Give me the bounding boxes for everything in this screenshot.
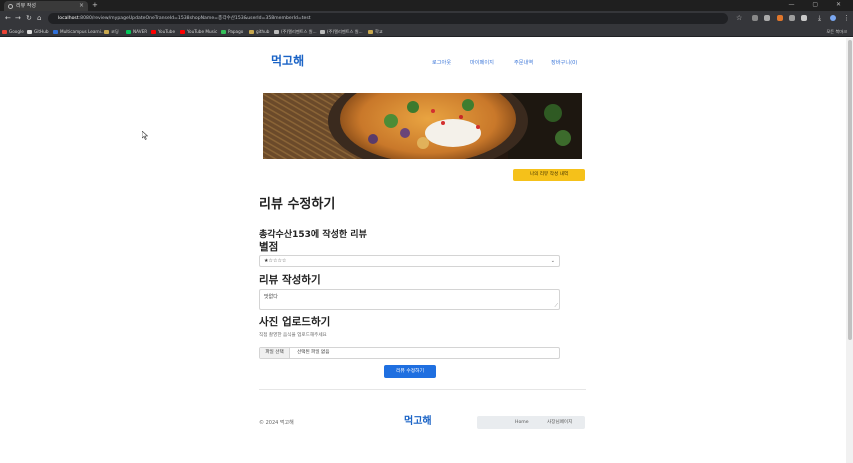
nav-cart[interactable]: 장바구니(0) [551,59,577,66]
bookmark-item[interactable]: Multicampus Learni... [53,27,105,36]
forward-icon[interactable]: → [15,14,21,23]
bookmark-item[interactable]: NAVER [126,27,147,36]
browser-tab[interactable]: 리뷰 작성 × [4,1,88,11]
browser-tab-bar: 리뷰 작성 × + — ▢ ✕ [0,0,853,11]
review-textarea[interactable]: 맛없다 ⟋ [259,289,560,310]
scrollbar-thumb[interactable] [848,40,852,340]
bookmark-favicon-icon [126,29,131,34]
bookmark-item[interactable]: GitHub [27,27,49,36]
extension-icon[interactable] [789,15,795,21]
address-bar[interactable]: localhost:8080/review/mypageUpdateOneTra… [48,13,728,24]
bookmark-item[interactable]: (주)엘리멘트스 원... [274,27,317,36]
bookmarks-bar: Google GitHub Multicampus Learni... 코딩 N… [0,26,853,37]
bookmark-item[interactable]: YouTube [151,27,175,36]
file-status: 선택된 파일 없음 [297,350,330,355]
bookmark-label: YouTube [158,29,176,34]
hero-food-image [263,93,582,159]
bookmark-favicon-icon [27,29,32,34]
footer-divider [259,389,586,390]
bookmark-folder[interactable]: 학교 [368,27,383,36]
all-bookmarks-button[interactable]: 모든 북마크 [826,27,847,36]
bookmark-favicon-icon [274,29,279,34]
folder-icon [368,29,373,34]
bookmark-favicon-icon [2,29,7,34]
bookmark-favicon-icon [221,29,226,34]
reload-icon[interactable]: ↻ [26,14,32,23]
menu-kebab-icon[interactable]: ⋮ [843,14,850,23]
copyright-text: © 2024 먹고해 [259,420,294,426]
bookmark-star-icon[interactable]: ☆ [736,14,742,23]
bookmark-label: GitHub [34,29,49,34]
nav-logout[interactable]: 로그아웃 [432,59,451,66]
bookmark-label: github [256,29,270,34]
chevron-down-icon: ⌄ [550,258,555,264]
tab-title: 리뷰 작성 [16,3,36,9]
bookmark-folder[interactable]: 코딩 [104,27,119,36]
file-input[interactable]: 파일 선택 선택된 파일 없음 [259,347,560,359]
review-text-value: 맛없다 [264,294,278,300]
choose-file-button[interactable]: 파일 선택 [260,348,290,358]
profile-avatar-icon[interactable] [830,15,836,21]
bookmark-label: Multicampus Learni... [60,29,105,34]
home-icon[interactable]: ⌂ [37,14,41,23]
browser-toolbar: ← → ↻ ⌂ localhost:8080/review/mypageUpda… [0,11,853,26]
rating-select[interactable]: ★☆☆☆☆ ⌄ [259,255,560,267]
url-host: localhost [58,16,79,21]
footer-home-link[interactable]: Home [515,416,529,429]
folder-icon [104,29,109,34]
extension-icon[interactable] [764,15,770,21]
bookmark-favicon-icon [151,29,156,34]
globe-icon [8,3,13,9]
bookmark-favicon-icon [320,29,325,34]
back-icon[interactable]: ← [5,14,11,23]
footer-logo[interactable]: 먹고해 [404,412,432,427]
site-logo[interactable]: 먹고해 [271,52,304,69]
bookmark-item[interactable]: YouTube Music [180,27,217,36]
bookmark-label: 학교 [375,29,383,34]
bookmark-item[interactable]: Google [2,27,24,36]
download-icon[interactable]: ⤓ [818,14,821,23]
photo-upload-hint: 직접 촬영한 음식을 업로드해주세요 [259,333,327,338]
nav-orders[interactable]: 주문내역 [514,59,533,66]
rating-heading: 별점 [259,241,279,253]
footer-owner-page-link[interactable]: 사장님페이지 [547,416,572,429]
mouse-cursor-icon [142,131,148,140]
bookmark-label: NAVER [133,29,148,34]
resize-grip-icon[interactable]: ⟋ [554,303,558,309]
extension-icon[interactable] [752,15,758,21]
bookmark-label: YouTube Music [187,29,218,34]
bookmark-item[interactable]: Papago [221,27,243,36]
rating-value: ★☆☆☆☆ [264,258,287,264]
bookmark-item[interactable]: (주)엘리멘트스 원... [320,27,363,36]
page-title: 리뷰 수정하기 [259,197,336,212]
close-tab-icon[interactable]: × [79,1,84,11]
bookmark-favicon-icon [180,29,185,34]
bookmark-favicon-icon [53,29,58,34]
extensions-puzzle-icon[interactable] [801,15,807,21]
bookmark-label: Papago [228,29,244,34]
url-path: :8080/review/mypageUpdateOneTranseId=153… [78,16,311,21]
review-heading: 리뷰 작성하기 [259,274,321,286]
new-tab-button[interactable]: + [92,0,98,10]
bookmark-label: Google [9,29,24,34]
footer-nav: Home 사장님페이지 [477,416,585,429]
extension-icon[interactable] [777,15,783,21]
nav-mypage[interactable]: 마이페이지 [470,59,494,66]
bookmark-folder[interactable]: github [249,27,269,36]
submit-review-button[interactable]: 리뷰 수정하기 [384,365,436,378]
bookmark-label: (주)엘리멘트스 원... [327,29,363,34]
bookmark-label: 코딩 [111,29,119,34]
bookmark-label: (주)엘리멘트스 원... [281,29,317,34]
window-controls[interactable]: — ▢ ✕ [788,0,849,10]
folder-icon [249,29,254,34]
photo-upload-heading: 사진 업로드하기 [259,316,331,328]
my-reviews-button[interactable]: 나의 리뷰 작성 내역 [513,169,585,181]
